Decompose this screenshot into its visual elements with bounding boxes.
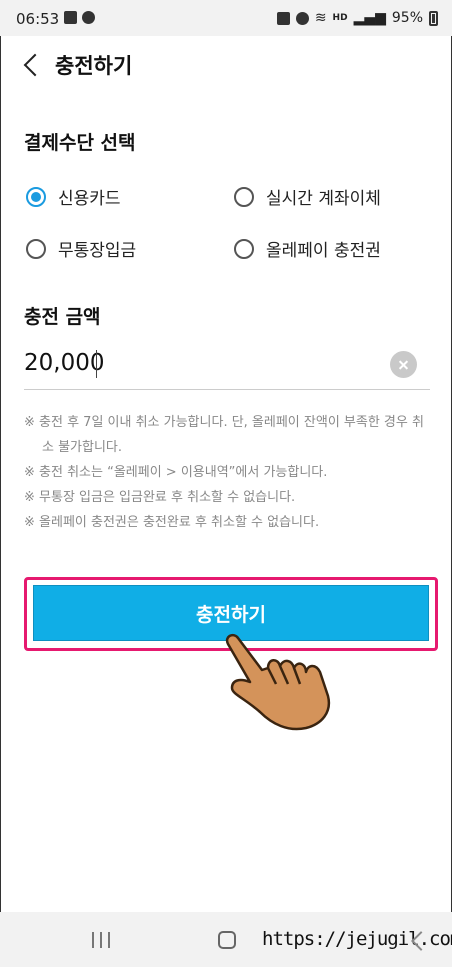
radio-bank-transfer[interactable]: 실시간 계좌이체 bbox=[234, 184, 381, 209]
status-time: 06:53 bbox=[16, 10, 60, 28]
amount-field bbox=[24, 340, 430, 390]
recents-icon[interactable] bbox=[92, 932, 110, 948]
amount-input[interactable] bbox=[24, 346, 374, 380]
radio-label: 실시간 계좌이체 bbox=[266, 189, 381, 209]
gallery-icon bbox=[64, 11, 77, 24]
header: 충전하기 bbox=[0, 36, 452, 94]
notification-icons bbox=[64, 11, 95, 24]
hd-badge: HD bbox=[332, 12, 348, 23]
nav-bar: https://jejugil.com bbox=[0, 912, 452, 967]
radio-label: 올레페이 충전권 bbox=[266, 241, 381, 261]
notice-item: ※ 충전 후 7일 이내 취소 가능합니다. 단, 올레페이 잔액이 부족한 경… bbox=[24, 415, 424, 455]
page-title: 충전하기 bbox=[55, 54, 133, 78]
hand-pointer-icon bbox=[225, 633, 331, 731]
alarm-icon bbox=[295, 11, 309, 25]
home-icon[interactable] bbox=[218, 931, 236, 949]
notice-item: ※ 무통장 입금은 입금완료 후 취소할 수 없습니다. bbox=[24, 490, 296, 505]
radio-deposit[interactable]: 무통장입금 bbox=[26, 236, 136, 261]
notice-list: ※ 충전 후 7일 이내 취소 가능합니다. 단, 올레페이 잔액이 부족한 경… bbox=[24, 410, 424, 535]
radio-label: 신용카드 bbox=[58, 189, 121, 209]
radio-label: 무통장입금 bbox=[58, 241, 137, 261]
payment-section-title: 결제수단 선택 bbox=[24, 132, 136, 154]
radio-ollehpay-voucher[interactable]: 올레페이 충전권 bbox=[234, 236, 381, 261]
battery-level: 95% bbox=[391, 10, 423, 26]
text-cursor bbox=[96, 350, 97, 378]
radio-unselected-icon[interactable] bbox=[26, 238, 46, 259]
wifi-icon: ≋ bbox=[314, 10, 327, 26]
system-icons: ≋ HD ▂▄▆ 95% bbox=[276, 10, 438, 26]
radio-unselected-icon[interactable] bbox=[234, 186, 254, 207]
chat-icon bbox=[82, 11, 95, 24]
radio-unselected-icon[interactable] bbox=[234, 238, 254, 259]
battery-icon bbox=[429, 10, 438, 26]
status-bar: 06:53 ≋ HD ▂▄▆ 95% bbox=[0, 0, 452, 36]
signal-icon: ▂▄▆ bbox=[353, 10, 386, 26]
notice-item: ※ 충전 취소는 “올레페이 > 이용내역”에서 가능합니다. bbox=[24, 465, 328, 480]
clear-icon[interactable] bbox=[390, 351, 417, 378]
radio-selected-icon[interactable] bbox=[26, 186, 46, 207]
radio-credit-card[interactable]: 신용카드 bbox=[26, 184, 121, 209]
back-arrow-icon[interactable] bbox=[18, 50, 48, 80]
amount-section-title: 충전 금액 bbox=[24, 306, 101, 328]
lock-icon bbox=[276, 11, 290, 25]
notice-item: ※ 올레페이 충전권은 충전완료 후 취소할 수 없습니다. bbox=[24, 515, 320, 530]
